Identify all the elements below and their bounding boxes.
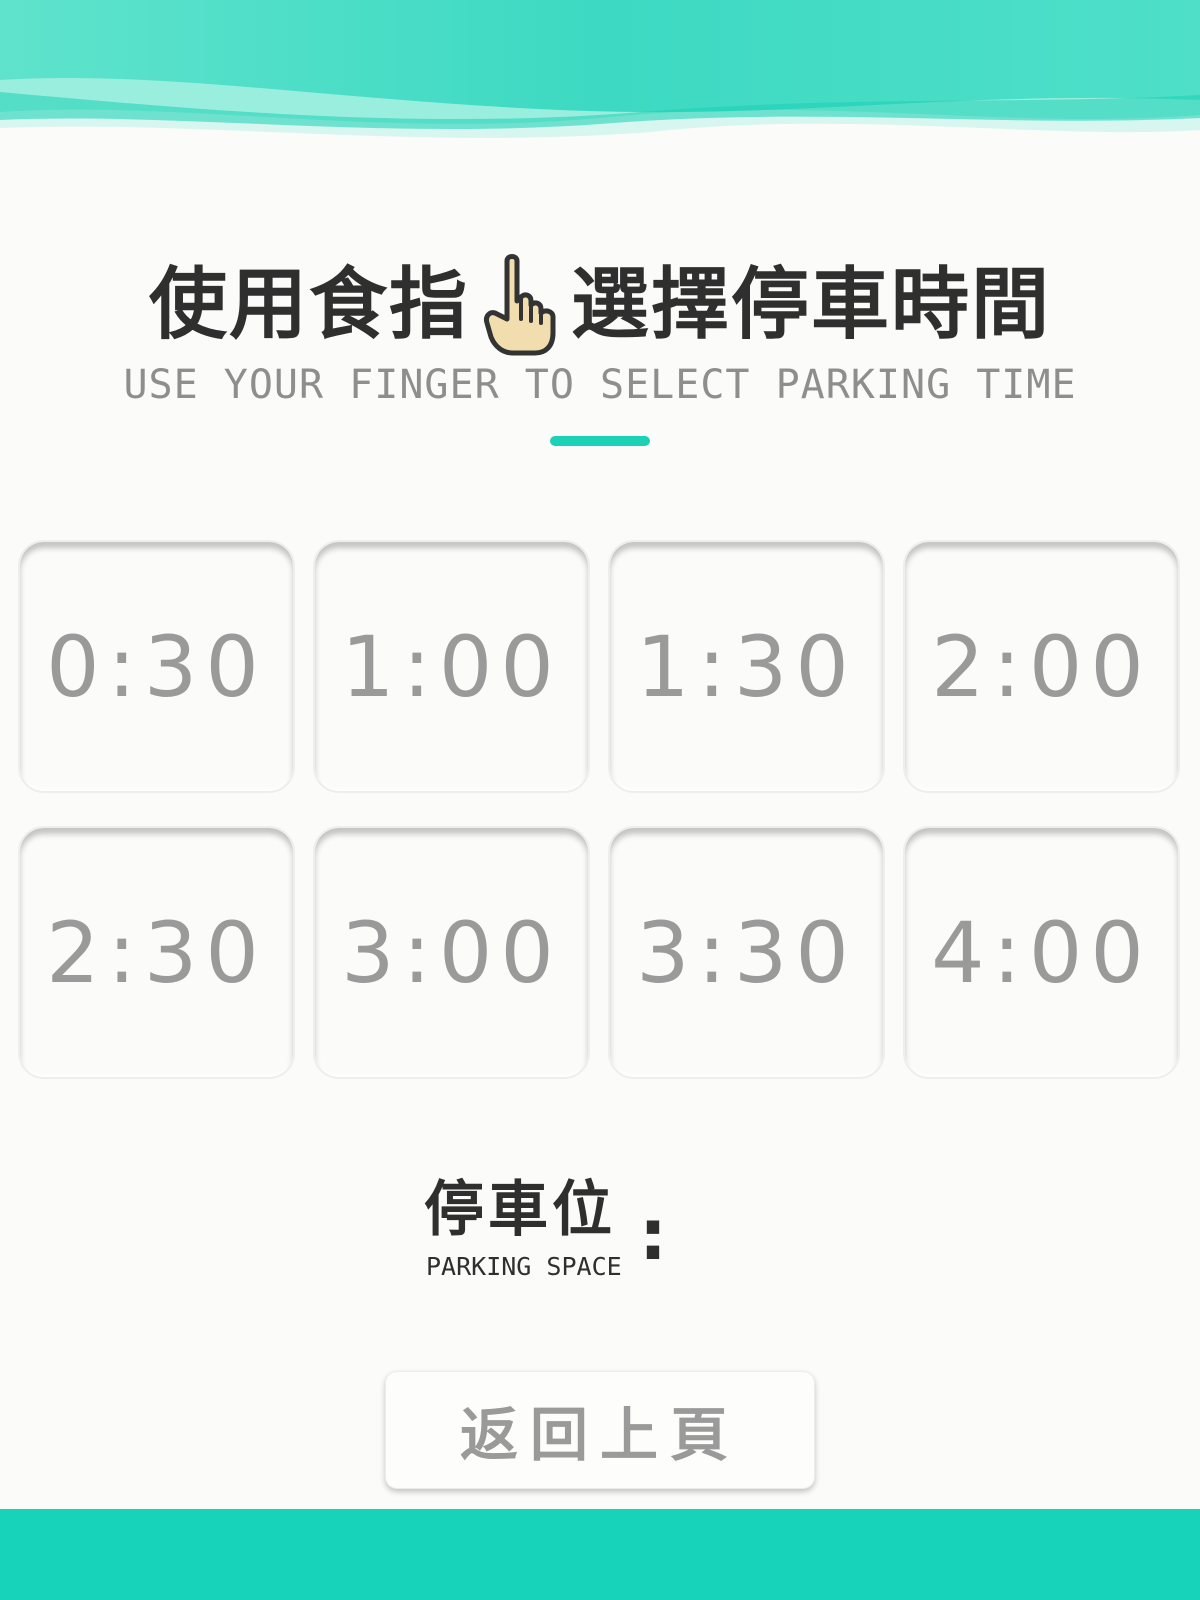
back-button-label: 返回上頁 [459,1401,740,1469]
time-option-3-30[interactable]: 3:30 [608,826,885,1079]
footer-bar [0,1509,1200,1600]
title-underline [550,436,650,446]
time-option-label: 2:30 [46,903,267,1002]
pointing-hand-icon [484,254,556,356]
time-option-0-30[interactable]: 0:30 [18,540,295,793]
time-option-4-00[interactable]: 4:00 [903,826,1180,1079]
title-text-after: 選擇停車時間 [571,260,1052,350]
title-text-before: 使用食指 [148,260,469,350]
time-option-label: 2:00 [931,617,1152,716]
back-button[interactable]: 返回上頁 [385,1371,815,1489]
time-option-label: 1:00 [341,617,562,716]
time-option-label: 4:00 [931,903,1152,1002]
time-option-1-00[interactable]: 1:00 [313,540,590,793]
time-option-2-00[interactable]: 2:00 [903,540,1180,793]
wave-header [0,0,1200,138]
time-option-2-30[interactable]: 2:30 [18,826,295,1079]
time-option-label: 1:30 [636,617,857,716]
parking-time-screen: 使用食指 選擇停車時間 USE YOUR FINGER TO SELECT PA… [0,0,1200,1600]
parking-space-colon: : [639,1194,667,1276]
time-option-label: 3:00 [341,903,562,1002]
time-option-label: 0:30 [46,617,267,716]
time-option-label: 3:30 [636,903,857,1002]
time-option-1-30[interactable]: 1:30 [608,540,885,793]
parking-space-info: 停車位 PARKING SPACE : [424,1175,684,1281]
time-option-3-00[interactable]: 3:00 [313,826,590,1079]
parking-space-label: 停車位 [424,1175,616,1245]
parking-space-label-en: PARKING SPACE [426,1252,622,1281]
time-option-grid: 0:30 1:00 1:30 2:00 2:30 3:00 3:30 4:00 [18,540,1185,1080]
page-title: 使用食指 選擇停車時間 [0,250,1200,360]
page-subtitle: USE YOUR FINGER TO SELECT PARKING TIME [123,362,1077,408]
